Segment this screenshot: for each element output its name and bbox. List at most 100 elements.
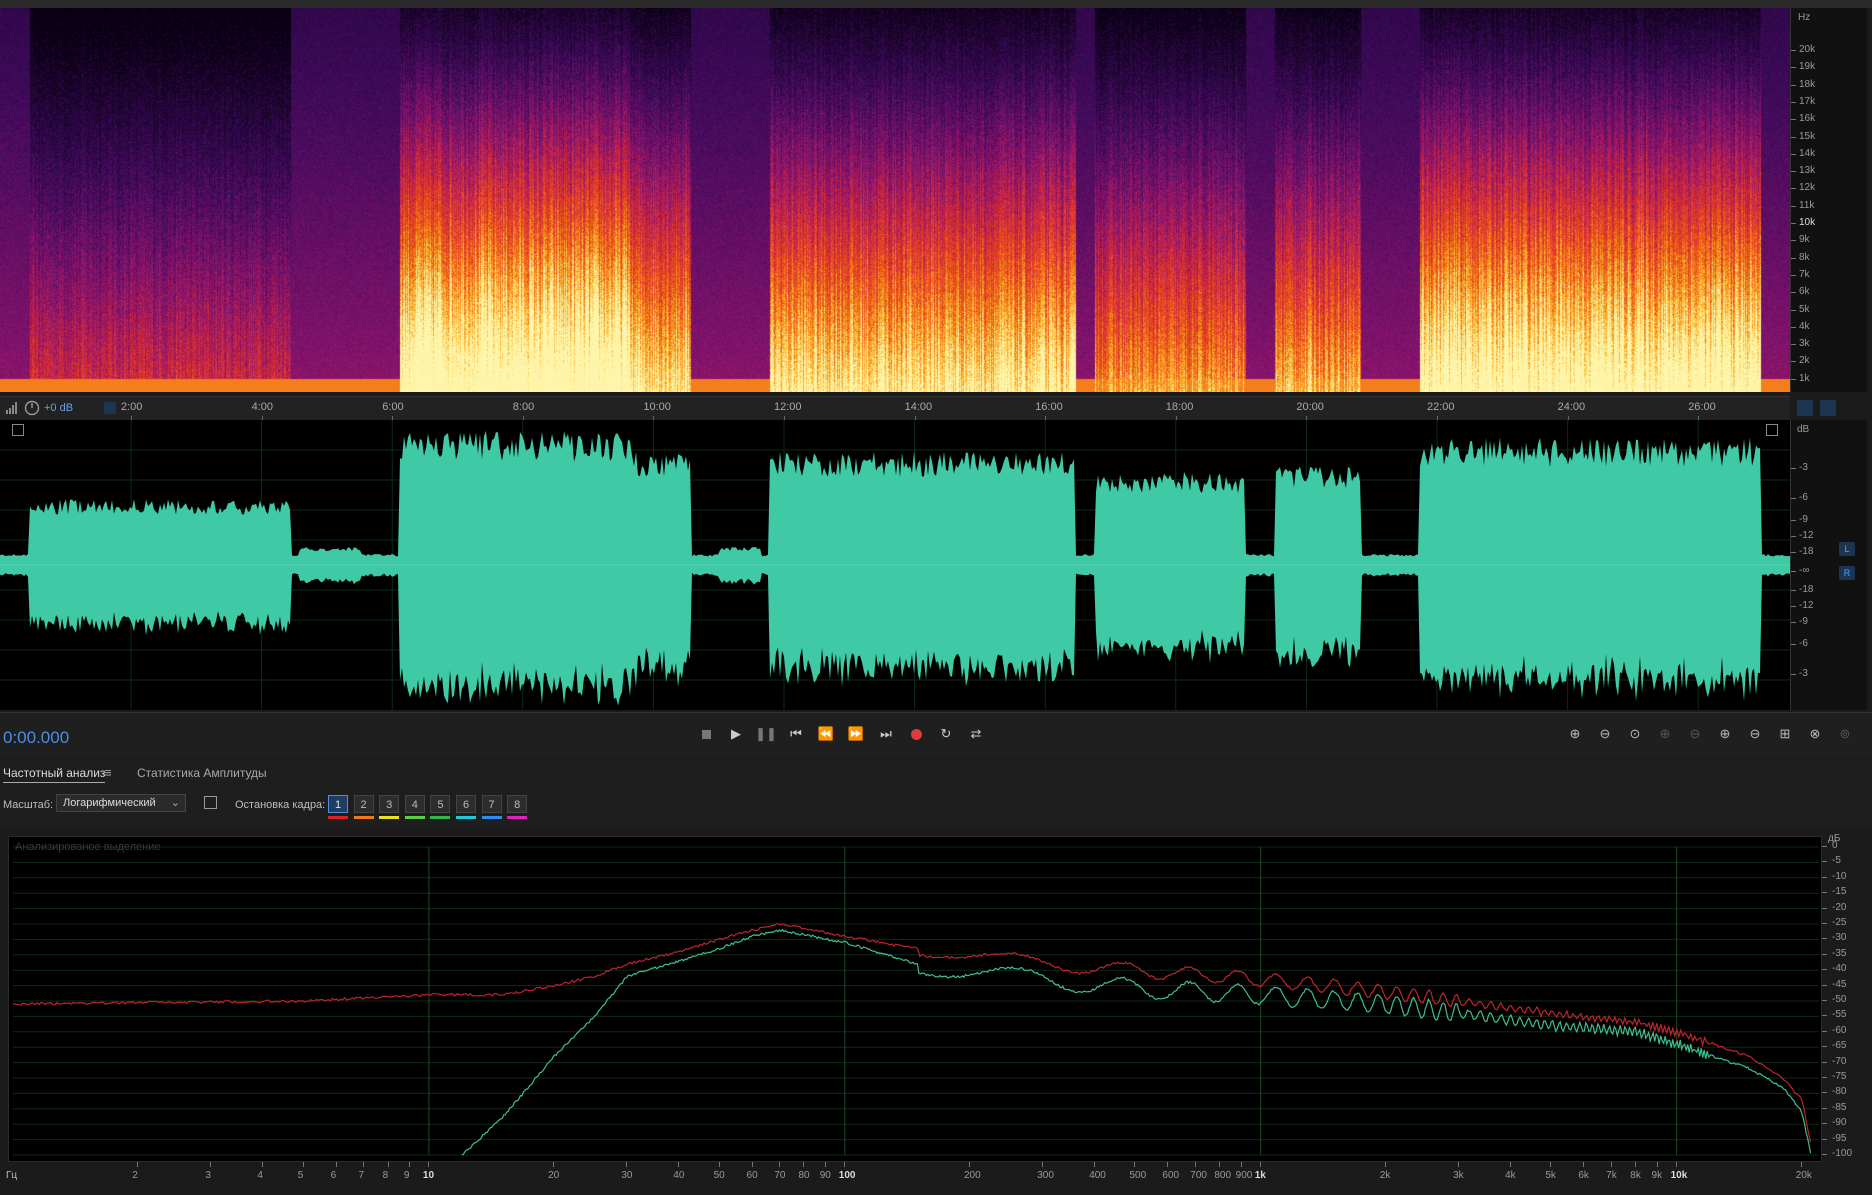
play-button[interactable]: ▶ [724, 722, 748, 746]
top-bar [0, 0, 1872, 8]
hz-tick-mark [1791, 257, 1796, 259]
freeze-frame-button-6[interactable]: 6 [456, 795, 476, 813]
zoom-in-amplitude-button[interactable]: ⊕ [1562, 722, 1588, 746]
hz-tick-label: 12k [1799, 182, 1816, 194]
freq-x-label: 800 [1214, 1170, 1232, 1181]
zoom-out-amplitude-button[interactable]: ⊖ [1592, 722, 1618, 746]
freeze-frame-label: Остановка кадра: [235, 799, 326, 811]
freq-x-tick [363, 1162, 365, 1167]
skip-selection-button[interactable]: ⇄ [964, 722, 988, 746]
gain-knob-icon[interactable] [24, 400, 40, 416]
zoom-reset-button[interactable]: ⊙ [1622, 722, 1648, 746]
freq-db-tick [1822, 938, 1827, 940]
marker-icon[interactable] [1820, 400, 1836, 416]
stop-button[interactable] [694, 722, 718, 746]
spectrum-series-2 [461, 928, 1812, 1156]
db-tick-label: -18 [1799, 546, 1814, 557]
fast-forward-button[interactable]: ⏩ [844, 722, 868, 746]
freq-x-label: 5 [297, 1170, 304, 1181]
freeze-frame-button-3[interactable]: 3 [379, 795, 400, 813]
ruler-label: 2:00 [121, 401, 143, 413]
ruler-label: 18:00 [1165, 401, 1194, 413]
db-tick-mark [1791, 590, 1796, 591]
freq-x-tick [1219, 1162, 1221, 1167]
go-to-start-button[interactable]: ⏮ [784, 722, 808, 746]
zoom-out-time-button[interactable]: ⊖ [1742, 722, 1768, 746]
freq-db-tick [1822, 1107, 1827, 1109]
freq-x-label: 40 [673, 1170, 685, 1181]
hz-tick-mark [1791, 240, 1796, 242]
zoom-in-frequency-icon: ⊕ [1659, 726, 1671, 741]
playhead-pin-icon[interactable] [104, 402, 116, 414]
freq-db-label: -25 [1832, 917, 1847, 928]
fade-in-handle-icon[interactable] [12, 424, 24, 436]
freq-db-label: -15 [1832, 886, 1847, 898]
freq-x-tick [1094, 1162, 1096, 1167]
time-display[interactable]: 0:00.000 [3, 728, 69, 748]
freq-x-label: 2 [132, 1170, 138, 1181]
channel-left-badge[interactable]: L [1839, 542, 1855, 556]
freq-x-label: 500 [1129, 1170, 1147, 1181]
rewind-button[interactable]: ⏪ [814, 722, 838, 746]
freeze-frame-button-8[interactable]: 8 [507, 795, 528, 813]
freeze-frame-button-5[interactable]: 5 [430, 795, 451, 813]
hz-tick-label: 10k [1799, 217, 1816, 228]
freeze-frame-button-2[interactable]: 2 [353, 795, 374, 813]
frequency-analysis-chart[interactable]: Анализированое выделение [8, 836, 1822, 1162]
waveform-path [0, 430, 1790, 706]
waveform-display[interactable] [0, 420, 1790, 710]
hz-tick-label: 1k [1799, 372, 1810, 384]
panel-menu-icon[interactable]: ≡ [104, 765, 112, 780]
headphones-icon[interactable] [1797, 400, 1813, 416]
zoom-in-frequency-button[interactable]: ⊕ [1652, 722, 1678, 746]
freq-x-tick [1195, 1162, 1197, 1167]
fade-out-handle-icon[interactable] [1766, 424, 1778, 436]
freq-db-tick [1822, 892, 1827, 894]
zoom-in-time-button[interactable]: ⊕ [1712, 722, 1738, 746]
scale-dropdown[interactable]: Логарифмический ⌄ [56, 794, 186, 812]
gain-hud[interactable]: +0 dB [6, 400, 73, 416]
freq-db-tick [1822, 1046, 1827, 1048]
record-button[interactable] [904, 722, 928, 746]
frequency-scale[interactable]: 20k 19k 18k 17k 16k 15k 14k 13k 12k 11k 10k 9k 8k 7k 6… [1790, 8, 1867, 392]
timeline-ruler[interactable]: 2:00 4:00 6:00 8:00 10:00 12:00 14:00 16:00 18:0… [0, 396, 1790, 422]
freq-x-tick [843, 1162, 845, 1167]
freq-x-label: 8 [382, 1170, 389, 1181]
freeze-frame-button-4[interactable]: 4 [404, 795, 425, 813]
hz-tick-mark [1791, 188, 1796, 190]
freeze-frame-button-7[interactable]: 7 [481, 795, 502, 813]
freq-x-tick [1259, 1162, 1261, 1167]
tab-amplitude-statistics[interactable]: Статистика Амплитуды [137, 766, 267, 780]
ruler-label: 4:00 [251, 401, 274, 413]
freq-db-label: -80 [1832, 1086, 1847, 1098]
zoom-reset-icon: ⊙ [1629, 726, 1641, 741]
freq-db-label: -10 [1832, 870, 1847, 882]
loop-playback-button[interactable]: ↻ [934, 722, 958, 746]
tab-frequency-analysis[interactable]: Частотный анализ [3, 766, 106, 783]
waveform-graph [0, 420, 1790, 710]
frequency-graph [12, 846, 1819, 1156]
copy-frame-icon[interactable] [204, 796, 217, 809]
freq-db-label: -75 [1832, 1071, 1847, 1082]
zoom-selection-button[interactable]: ⊗ [1802, 722, 1828, 746]
freeze-frame-color-bar [507, 816, 528, 819]
freq-db-label: 0 [1832, 840, 1838, 851]
zoom-reset-view-button[interactable]: ⊚ [1832, 722, 1858, 746]
freq-db-tick [1822, 953, 1827, 955]
freeze-frame-button-1[interactable]: 1 [328, 795, 348, 813]
channel-right-badge[interactable]: R [1839, 566, 1855, 580]
zoom-in-time-icon: ⊕ [1719, 726, 1731, 741]
freq-x-tick [779, 1162, 781, 1167]
pause-button[interactable]: ❚❚ [754, 722, 778, 746]
hz-tick-label: 2k [1799, 355, 1810, 367]
zoom-out-frequency-button[interactable]: ⊖ [1682, 722, 1708, 746]
go-to-end-button[interactable]: ⏭ [874, 722, 898, 746]
freq-x-label: 4k [1505, 1170, 1516, 1181]
hz-tick-label: 7k [1799, 268, 1810, 280]
zoom-out-full-button[interactable]: ⊞ [1772, 722, 1798, 746]
hz-tick-mark [1791, 136, 1796, 138]
freq-db-label: -40 [1832, 963, 1847, 975]
amplitude-scale[interactable]: dB -3 -6 -9 -12 -18 -∞ -18 -12 -9 -6 -3 L R [1790, 420, 1867, 710]
spectral-display[interactable] [0, 8, 1790, 392]
freq-db-tick [1822, 1000, 1827, 1001]
